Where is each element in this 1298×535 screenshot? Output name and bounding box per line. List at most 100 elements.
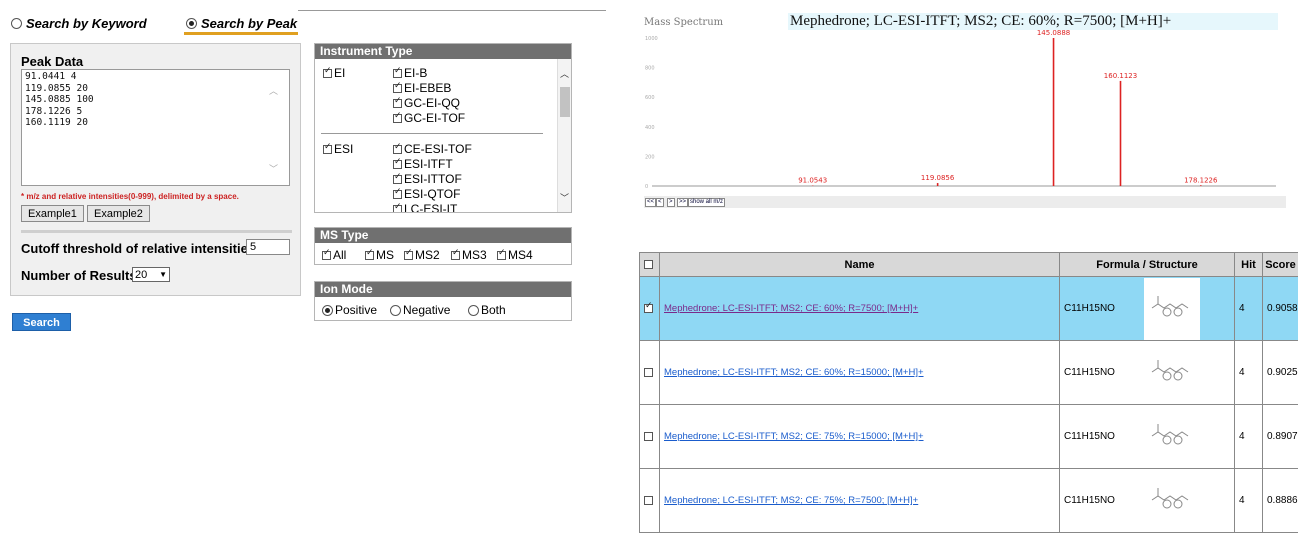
chevron-up-icon[interactable]: ︿ <box>560 67 569 80</box>
row-select-cell[interactable] <box>639 276 660 341</box>
radio-selected-icon <box>186 18 197 29</box>
chevron-down-icon: ▼ <box>159 270 167 279</box>
row-select-cell[interactable] <box>639 340 660 405</box>
radio-icon <box>322 305 333 317</box>
chevron-down-icon[interactable]: ﹀ <box>269 162 294 285</box>
chevron-down-icon[interactable]: ﹀ <box>560 191 569 204</box>
checkbox-icon[interactable] <box>644 301 653 313</box>
ms-type-label: MS3 <box>462 248 487 262</box>
checkbox-icon[interactable] <box>644 367 653 377</box>
instrument-option[interactable]: ESI-ITTOF <box>393 172 462 186</box>
instrument-option[interactable]: GC-EI-TOF <box>393 111 465 125</box>
mass-spectrum-chart: 0 200 400 600 800 1000 91.0543 119.0856 145.0888… <box>645 29 1276 190</box>
ion-mode-option[interactable]: Both <box>468 303 506 317</box>
checkbox-icon[interactable] <box>644 431 653 441</box>
spectrum-nav-bar <box>644 196 1286 208</box>
instrument-scrollbar[interactable]: ︿ ﹀ <box>557 59 571 212</box>
instrument-option-label: GC-EI-QQ <box>404 96 460 110</box>
record-name-link[interactable]: Mephedrone; LC-ESI-ITFT; MS2; CE: 60%; R… <box>664 367 924 378</box>
ms-type-option[interactable]: MS2 <box>404 248 440 262</box>
score-cell: 0.8886 <box>1262 468 1298 533</box>
select-all-header[interactable] <box>639 252 660 277</box>
checkbox-checked-icon <box>393 96 402 109</box>
ion-mode-option[interactable]: Positive <box>322 303 377 317</box>
chevron-up-icon[interactable]: ︿ <box>269 84 294 97</box>
instrument-option[interactable]: ESI-ITFT <box>393 157 453 171</box>
checkbox-checked-icon <box>393 81 402 94</box>
record-name-link[interactable]: Mephedrone; LC-ESI-ITFT; MS2; CE: 60%; R… <box>664 303 918 314</box>
instrument-option-label: ESI-ITFT <box>404 157 453 171</box>
example2-button[interactable]: Example2 <box>87 205 150 222</box>
checkbox-checked-icon <box>322 248 331 261</box>
instrument-option[interactable]: GC-EI-QQ <box>393 96 460 110</box>
ms-type-option[interactable]: MS3 <box>451 248 487 262</box>
peak-data-textarea[interactable]: 91.0441 4 119.0855 20 145.0885 100 178.1… <box>21 69 290 186</box>
mass-spectrum-label: Mass Spectrum <box>644 17 724 28</box>
instrument-group-esi[interactable]: ESI <box>323 142 353 156</box>
peak-label: 145.0888 <box>1037 29 1070 37</box>
instrument-option[interactable]: EI-B <box>393 66 427 80</box>
instrument-type-box: Instrument Type EI EI-BEI-EBEBGC-EI-QQGC-… <box>314 43 572 213</box>
spectrum-nav-button[interactable]: >> <box>677 198 689 207</box>
scroll-thumb[interactable] <box>560 87 570 117</box>
hit-cell: 4 <box>1234 468 1263 533</box>
ion-mode-title: Ion Mode <box>315 282 571 297</box>
search-by-peak-tab[interactable]: Search by Peak <box>186 16 297 31</box>
score-cell: 0.9058 <box>1262 276 1298 341</box>
ms-type-option[interactable]: MS4 <box>497 248 533 262</box>
cutoff-input[interactable]: 5 <box>246 239 290 255</box>
structure-image <box>1144 277 1201 340</box>
formula-text: C11H15NO <box>1064 431 1115 442</box>
formula-cell: C11H15NO <box>1059 468 1235 533</box>
record-name-link[interactable]: Mephedrone; LC-ESI-ITFT; MS2; CE: 75%; R… <box>664 431 924 442</box>
ms-type-option[interactable]: MS <box>365 248 394 262</box>
instrument-option[interactable]: LC-ESI-IT <box>393 202 457 212</box>
table-row[interactable]: Mephedrone; LC-ESI-ITFT; MS2; CE: 75%; R… <box>639 468 1298 533</box>
instrument-option[interactable]: CE-ESI-TOF <box>393 142 472 156</box>
checkbox-checked-icon <box>393 202 402 212</box>
score-cell: 0.9025 <box>1262 340 1298 405</box>
ms-type-option[interactable]: All <box>322 248 346 262</box>
row-select-cell[interactable] <box>639 404 660 469</box>
spectrum-nav-button[interactable]: < <box>656 198 664 207</box>
table-row[interactable]: Mephedrone; LC-ESI-ITFT; MS2; CE: 60%; R… <box>639 276 1298 341</box>
instrument-option-label: GC-EI-TOF <box>404 111 466 125</box>
row-select-cell[interactable] <box>639 468 660 533</box>
peak-label: 91.0543 <box>798 177 827 185</box>
formula-cell: C11H15NO <box>1059 340 1235 405</box>
checkbox-icon[interactable] <box>644 260 653 270</box>
hit-header: Hit <box>1234 252 1263 277</box>
ion-mode-option[interactable]: Negative <box>390 303 450 317</box>
panel-divider <box>21 230 292 233</box>
search-by-keyword-label: Search by Keyword <box>26 16 147 31</box>
record-name-link[interactable]: Mephedrone; LC-ESI-ITFT; MS2; CE: 75%; R… <box>664 495 918 506</box>
record-name-cell: Mephedrone; LC-ESI-ITFT; MS2; CE: 75%; R… <box>659 468 1060 533</box>
search-by-keyword-tab[interactable]: Search by Keyword <box>11 16 147 31</box>
ion-mode-label: Both <box>481 303 506 317</box>
table-row[interactable]: Mephedrone; LC-ESI-ITFT; MS2; CE: 60%; R… <box>639 340 1298 405</box>
checkbox-checked-icon <box>393 172 402 185</box>
hit-cell: 4 <box>1234 404 1263 469</box>
checkbox-checked-icon <box>365 248 374 261</box>
instrument-option[interactable]: EI-EBEB <box>393 81 451 95</box>
radio-icon <box>390 305 401 317</box>
instrument-option-label: ESI-ITTOF <box>404 172 462 186</box>
instrument-option[interactable]: ESI-QTOF <box>393 187 460 201</box>
spectrum-nav-button[interactable]: show all m/z <box>688 198 726 207</box>
search-button[interactable]: Search <box>12 313 71 331</box>
y-tick-label: 200 <box>645 154 655 160</box>
instrument-group-ei[interactable]: EI <box>323 66 345 80</box>
ms-type-label: MS4 <box>508 248 533 262</box>
formula-text: C11H15NO <box>1064 367 1115 378</box>
instrument-group-label: EI <box>334 66 346 80</box>
table-row[interactable]: Mephedrone; LC-ESI-ITFT; MS2; CE: 75%; R… <box>639 404 1298 469</box>
spectrum-nav-button[interactable]: > <box>667 198 675 207</box>
hit-cell: 4 <box>1234 340 1263 405</box>
ms-type-label: All <box>333 248 347 262</box>
formula-header: Formula / Structure <box>1059 252 1235 277</box>
checkbox-icon[interactable] <box>644 495 653 505</box>
checkbox-checked-icon <box>404 248 413 261</box>
number-of-results-select[interactable]: 20 ▼ <box>132 267 170 282</box>
spectrum-nav-button[interactable]: << <box>645 198 657 207</box>
example1-button[interactable]: Example1 <box>21 205 84 222</box>
